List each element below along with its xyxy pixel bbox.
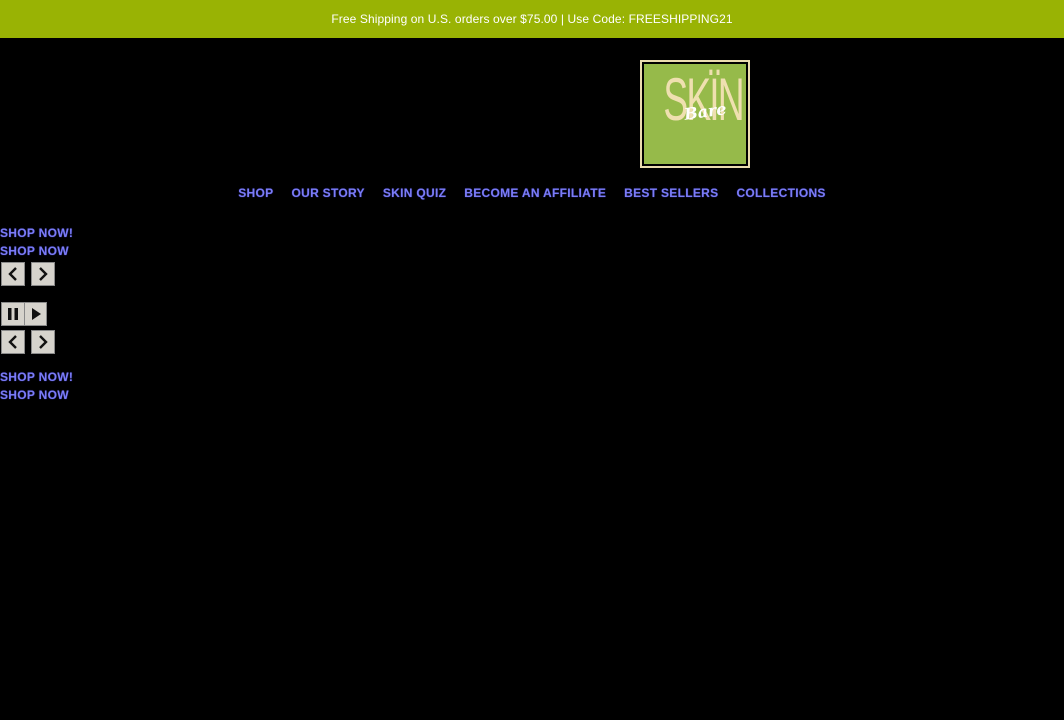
slide-shop-now-link-2[interactable]: SHOP NOW [0, 244, 69, 258]
slideshow-prev-button[interactable] [1, 262, 25, 286]
chevron-right-icon [39, 335, 48, 349]
nav-best-sellers[interactable]: BEST SELLERS [624, 186, 718, 200]
play-icon [31, 308, 41, 320]
slide-shop-now-link-3[interactable]: SHOP NOW! [0, 370, 73, 384]
skin-bare-logo: SKÏN Bare [644, 64, 746, 164]
nav-become-affiliate[interactable]: BECOME AN AFFILIATE [464, 186, 606, 200]
nav-shop[interactable]: SHOP [238, 186, 273, 200]
logo-frame: SKÏN Bare [640, 60, 750, 168]
pause-icon [8, 308, 18, 320]
nav-skin-quiz[interactable]: SKIN QUIZ [383, 186, 446, 200]
chevron-left-icon [8, 267, 17, 281]
slide-shop-now-link-4[interactable]: SHOP NOW [0, 388, 69, 402]
announcement-text: Free Shipping on U.S. orders over $75.00… [331, 12, 733, 26]
nav-collections[interactable]: COLLECTIONS [736, 186, 825, 200]
slideshow-prev-button-2[interactable] [1, 330, 25, 354]
slideshow-next-button[interactable] [31, 262, 55, 286]
nav-our-story[interactable]: OUR STORY [291, 186, 364, 200]
main-navigation: SHOP OUR STORY SKIN QUIZ BECOME AN AFFIL… [0, 186, 1064, 200]
slideshow-play-button[interactable] [24, 302, 47, 326]
slideshow-next-button-2[interactable] [31, 330, 55, 354]
chevron-left-icon [8, 335, 17, 349]
slide-shop-now-link-1[interactable]: SHOP NOW! [0, 226, 73, 240]
site-logo-link[interactable]: SKÏN Bare [640, 60, 750, 168]
chevron-right-icon [39, 267, 48, 281]
slideshow-pause-button[interactable] [1, 302, 25, 326]
logo-border: SKÏN Bare [642, 62, 748, 166]
announcement-bar: Free Shipping on U.S. orders over $75.00… [0, 0, 1064, 38]
